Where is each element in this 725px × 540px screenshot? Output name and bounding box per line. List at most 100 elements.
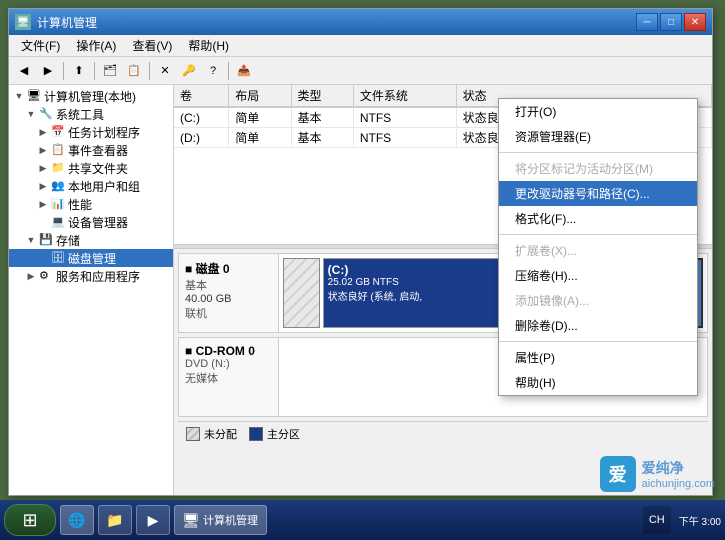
back-button[interactable]: ◀ bbox=[13, 60, 35, 82]
computer-icon: 🖥 bbox=[27, 89, 41, 103]
tree-item-shared-folder[interactable]: ▶ 📁 共享文件夹 bbox=[9, 159, 173, 177]
taskbar-folder-icon: 📁 bbox=[107, 512, 123, 528]
taskbar-media-icon: ▶ bbox=[145, 512, 161, 528]
tree-item-users[interactable]: ▶ 👥 本地用户和组 bbox=[9, 177, 173, 195]
menu-file[interactable]: 文件(F) bbox=[13, 35, 68, 56]
legend-unalloc: 未分配 bbox=[186, 426, 237, 442]
list-button[interactable]: 📋 bbox=[123, 60, 145, 82]
context-menu: 打开(O) 资源管理器(E) 将分区标记为活动分区(M) 更改驱动器号和路径(C… bbox=[498, 98, 698, 396]
menu-help[interactable]: 帮助(H) bbox=[180, 35, 237, 56]
services-icon: ⚙ bbox=[39, 269, 53, 283]
delete-button[interactable]: ✕ bbox=[154, 60, 176, 82]
taskbar-ie-icon: 🌐 bbox=[69, 512, 85, 528]
ctx-help[interactable]: 帮助(H) bbox=[499, 370, 697, 395]
tree-label: 性能 bbox=[68, 196, 92, 213]
ctx-delete[interactable]: 删除卷(D)... bbox=[499, 313, 697, 338]
title-bar-buttons: ─ □ ✕ bbox=[636, 13, 706, 31]
ctx-shrink[interactable]: 压缩卷(H)... bbox=[499, 263, 697, 288]
show-hide-button[interactable]: 🗂 bbox=[99, 60, 121, 82]
expand-icon[interactable]: ▶ bbox=[37, 198, 49, 210]
taskbar: ⊞ 🌐 📁 ▶ 🖥 计算机管理 CH 下午 3:00 bbox=[0, 500, 725, 540]
menu-view[interactable]: 查看(V) bbox=[124, 35, 180, 56]
expand-icon[interactable]: ▼ bbox=[25, 234, 37, 246]
col-layout[interactable]: 布局 bbox=[229, 85, 291, 107]
ctx-change-drive[interactable]: 更改驱动器号和路径(C)... bbox=[499, 181, 697, 206]
cell-fs: NTFS bbox=[353, 128, 456, 148]
up-button[interactable]: ⬆ bbox=[68, 60, 90, 82]
tray-lang: CH bbox=[649, 514, 665, 526]
close-button[interactable]: ✕ bbox=[684, 13, 706, 31]
ctx-open[interactable]: 打开(O) bbox=[499, 99, 697, 124]
disk-type: DVD (N:) bbox=[185, 358, 272, 370]
expand-icon[interactable]: ▼ bbox=[25, 108, 37, 120]
toolbar-sep-2 bbox=[94, 62, 95, 80]
tree-panel[interactable]: ▼ 🖥 计算机管理(本地) ▼ 🔧 系统工具 ▶ 📅 任务计划程序 ▶ 📋 事件… bbox=[9, 85, 174, 495]
title-bar: 🖥 计算机管理 ─ □ ✕ bbox=[9, 9, 712, 35]
tree-item-event-viewer[interactable]: ▶ 📋 事件查看器 bbox=[9, 141, 173, 159]
cell-fs: NTFS bbox=[353, 107, 456, 128]
expand-icon[interactable]: ▼ bbox=[13, 90, 25, 102]
disk-label-cdrom: ■ CD-ROM 0 DVD (N:) 无媒体 bbox=[179, 338, 279, 416]
forward-button[interactable]: ▶ bbox=[37, 60, 59, 82]
expand-icon[interactable]: ▶ bbox=[37, 126, 49, 138]
tree-root[interactable]: ▼ 🖥 计算机管理(本地) bbox=[9, 87, 173, 105]
menu-action[interactable]: 操作(A) bbox=[68, 35, 124, 56]
cell-layout: 简单 bbox=[229, 107, 291, 128]
window-icon: 🖥 bbox=[15, 14, 31, 30]
tree-item-device-manager[interactable]: 💻 设备管理器 bbox=[9, 213, 173, 231]
disk-name: ■ 磁盘 0 bbox=[185, 260, 272, 277]
perf-icon: 📊 bbox=[51, 197, 65, 211]
disk-nomedia: 无媒体 bbox=[185, 370, 272, 386]
tree-label: 共享文件夹 bbox=[68, 160, 128, 177]
folder-icon: 📁 bbox=[51, 161, 65, 175]
event-icon: 📋 bbox=[51, 143, 65, 157]
minimize-button[interactable]: ─ bbox=[636, 13, 658, 31]
legend-color-unalloc bbox=[186, 427, 200, 441]
device-icon: 💻 bbox=[51, 215, 65, 229]
col-type[interactable]: 类型 bbox=[291, 85, 353, 107]
maximize-button[interactable]: □ bbox=[660, 13, 682, 31]
cell-vol: (D:) bbox=[174, 128, 229, 148]
cell-type: 基本 bbox=[291, 128, 353, 148]
ctx-format[interactable]: 格式化(F)... bbox=[499, 206, 697, 231]
expand-icon[interactable]: ▶ bbox=[37, 144, 49, 156]
tree-item-scheduler[interactable]: ▶ 📅 任务计划程序 bbox=[9, 123, 173, 141]
sys-tray: CH bbox=[643, 506, 671, 534]
col-volume[interactable]: 卷 bbox=[174, 85, 229, 107]
tree-root-label: 计算机管理(本地) bbox=[44, 88, 136, 105]
expand-icon[interactable] bbox=[37, 216, 49, 228]
properties-button[interactable]: 🔑 bbox=[178, 60, 200, 82]
taskbar-app-folder[interactable]: 📁 bbox=[98, 505, 132, 535]
users-icon: 👥 bbox=[51, 179, 65, 193]
legend-label-unalloc: 未分配 bbox=[204, 426, 237, 442]
ctx-mark-active: 将分区标记为活动分区(M) bbox=[499, 156, 697, 181]
legend-color-primary bbox=[249, 427, 263, 441]
col-fs[interactable]: 文件系统 bbox=[353, 85, 456, 107]
taskbar-right: CH 下午 3:00 bbox=[643, 506, 721, 534]
expand-icon[interactable] bbox=[37, 252, 49, 264]
tree-item-disk-management[interactable]: 🗄 磁盘管理 bbox=[9, 249, 173, 267]
watermark: 爱 爱纯净 aichunjing.com bbox=[600, 456, 715, 492]
cell-vol: (C:) bbox=[174, 107, 229, 128]
tree-item-performance[interactable]: ▶ 📊 性能 bbox=[9, 195, 173, 213]
ctx-properties[interactable]: 属性(P) bbox=[499, 345, 697, 370]
ctx-explorer[interactable]: 资源管理器(E) bbox=[499, 124, 697, 149]
storage-icon: 💾 bbox=[39, 233, 53, 247]
expand-icon[interactable]: ▶ bbox=[37, 162, 49, 174]
cell-type: 基本 bbox=[291, 107, 353, 128]
tree-item-system-tools[interactable]: ▼ 🔧 系统工具 bbox=[9, 105, 173, 123]
start-button[interactable]: ⊞ bbox=[4, 504, 56, 536]
taskbar-app-computer[interactable]: 🖥 计算机管理 bbox=[174, 505, 267, 535]
tree-item-storage[interactable]: ▼ 💾 存储 bbox=[9, 231, 173, 249]
export-button[interactable]: 📤 bbox=[233, 60, 255, 82]
partition-unalloc[interactable] bbox=[283, 258, 320, 328]
tree-item-services[interactable]: ▶ ⚙ 服务和应用程序 bbox=[9, 267, 173, 285]
expand-icon[interactable]: ▶ bbox=[37, 180, 49, 192]
expand-icon[interactable]: ▶ bbox=[25, 270, 37, 282]
help-button[interactable]: ? bbox=[202, 60, 224, 82]
taskbar-app-ie[interactable]: 🌐 bbox=[60, 505, 94, 535]
taskbar-app-media[interactable]: ▶ bbox=[136, 505, 170, 535]
scheduler-icon: 📅 bbox=[51, 125, 65, 139]
disk-media: 联机 bbox=[185, 305, 272, 321]
clock-time: 下午 3:00 bbox=[679, 513, 721, 528]
